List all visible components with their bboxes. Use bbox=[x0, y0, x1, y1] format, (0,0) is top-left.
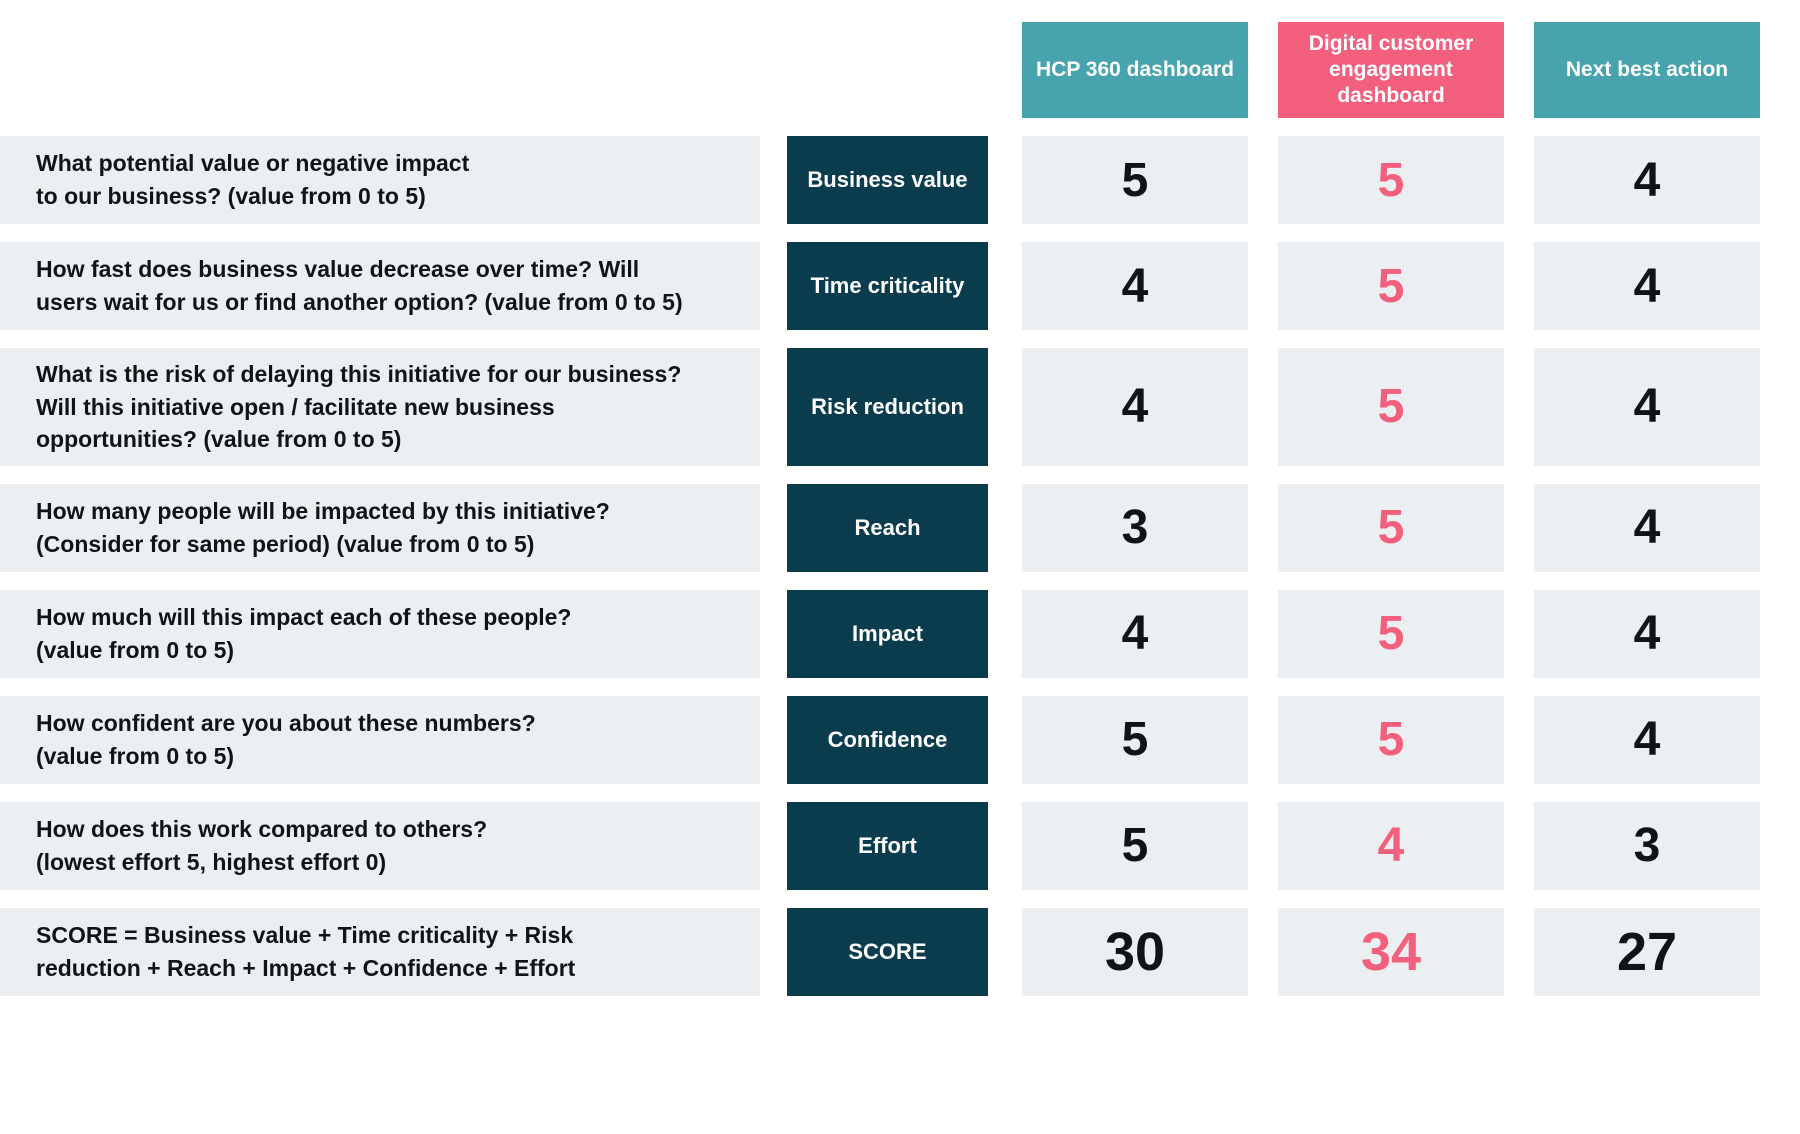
header-spacer bbox=[0, 22, 1022, 118]
column-header-label: HCP 360 dashboard bbox=[1035, 57, 1234, 81]
table-row: What potential value or negative impact … bbox=[0, 136, 1800, 224]
column-header-digital-customer-engagement-dashboard: Digital customer engagement dashboard bbox=[1278, 22, 1504, 118]
criterion-label-effort: Effort bbox=[787, 801, 988, 890]
column-header-next-best-action: Next best action bbox=[1534, 22, 1760, 118]
criterion-label-confidence: Confidence bbox=[787, 695, 988, 784]
total-score-cell: 27 bbox=[1534, 907, 1760, 996]
criterion-question: What is the risk of delaying this initia… bbox=[0, 348, 760, 466]
table-row-score: SCORE = Business value + Time criticalit… bbox=[0, 907, 1800, 996]
table-row: How confident are you about these number… bbox=[0, 695, 1800, 784]
column-header-hcp-360-dashboard: HCP 360 dashboard bbox=[1022, 22, 1248, 118]
score-cell: 4 bbox=[1022, 242, 1248, 330]
table-row: How many people will be impacted by this… bbox=[0, 483, 1800, 572]
criterion-question: How fast does business value decrease ov… bbox=[0, 242, 760, 330]
score-formula: SCORE = Business value + Time criticalit… bbox=[0, 907, 760, 996]
score-cell: 5 bbox=[1278, 242, 1504, 330]
score-cell: 4 bbox=[1022, 589, 1248, 678]
criterion-question: How confident are you about these number… bbox=[0, 695, 760, 784]
criterion-label-score: SCORE bbox=[787, 907, 988, 996]
score-cell: 5 bbox=[1278, 136, 1504, 224]
criterion-label-impact: Impact bbox=[787, 589, 988, 678]
column-header-label: Digital customer engagement dashboard bbox=[1308, 31, 1474, 108]
score-cell: 4 bbox=[1534, 242, 1760, 330]
score-cell: 4 bbox=[1022, 348, 1248, 466]
score-cell: 5 bbox=[1278, 695, 1504, 784]
table-row: How does this work compared to others? (… bbox=[0, 801, 1800, 890]
score-cell: 4 bbox=[1534, 348, 1760, 466]
score-cell: 3 bbox=[1534, 801, 1760, 890]
score-cell: 5 bbox=[1278, 348, 1504, 466]
score-cell: 4 bbox=[1278, 801, 1504, 890]
prioritization-matrix: HCP 360 dashboard Digital customer engag… bbox=[0, 0, 1800, 1134]
criterion-question: How much will this impact each of these … bbox=[0, 589, 760, 678]
table-row: How much will this impact each of these … bbox=[0, 589, 1800, 678]
total-score-cell: 30 bbox=[1022, 907, 1248, 996]
criterion-label-time-criticality: Time criticality bbox=[787, 242, 988, 330]
column-header-row: HCP 360 dashboard Digital customer engag… bbox=[0, 22, 1800, 118]
table-row: How fast does business value decrease ov… bbox=[0, 242, 1800, 330]
score-cell: 5 bbox=[1278, 483, 1504, 572]
matrix-rows: What potential value or negative impact … bbox=[0, 136, 1800, 996]
score-cell: 5 bbox=[1278, 589, 1504, 678]
criterion-question: What potential value or negative impact … bbox=[0, 136, 760, 224]
criterion-question: How many people will be impacted by this… bbox=[0, 483, 760, 572]
score-cell: 5 bbox=[1022, 801, 1248, 890]
score-cell: 4 bbox=[1534, 695, 1760, 784]
score-cell: 4 bbox=[1534, 483, 1760, 572]
column-header-label: Next best action bbox=[1565, 57, 1729, 81]
table-row: What is the risk of delaying this initia… bbox=[0, 348, 1800, 466]
score-cell: 4 bbox=[1534, 589, 1760, 678]
total-score-cell: 34 bbox=[1278, 907, 1504, 996]
criterion-label-reach: Reach bbox=[787, 483, 988, 572]
criterion-label-business-value: Business value bbox=[787, 136, 988, 224]
score-cell: 4 bbox=[1534, 136, 1760, 224]
score-cell: 3 bbox=[1022, 483, 1248, 572]
criterion-question: How does this work compared to others? (… bbox=[0, 801, 760, 890]
score-cell: 5 bbox=[1022, 136, 1248, 224]
score-cell: 5 bbox=[1022, 695, 1248, 784]
criterion-label-risk-reduction: Risk reduction bbox=[787, 348, 988, 466]
